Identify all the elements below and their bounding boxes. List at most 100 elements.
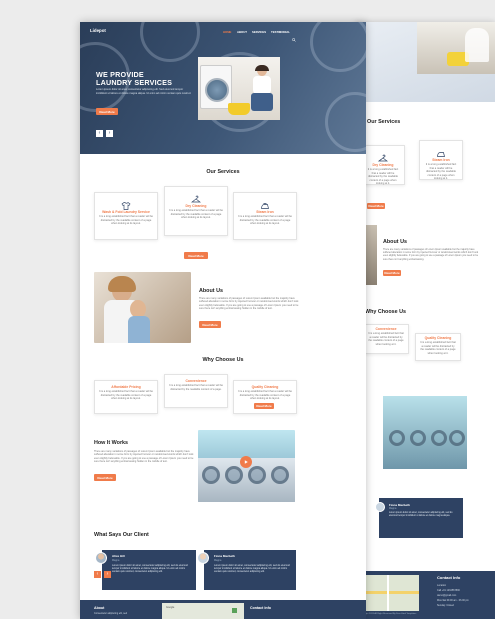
testimonial-card-2: Fiona Macbeth Magna Lorem ipsum dolor si…: [197, 550, 296, 590]
mobile-contact-line-5: Sunday: Closed: [437, 604, 454, 607]
why-card-text: It is a long established fact that a rea…: [238, 390, 292, 400]
service-card-dry-cleaning: Dry Cleaning It is a long established fa…: [164, 186, 228, 236]
map-pin-icon: [232, 608, 237, 613]
iron-icon: [260, 198, 270, 209]
mobile-why-title: Why Choose Us: [365, 309, 407, 315]
nav-testimonial[interactable]: TESTIMONIAL: [271, 30, 290, 34]
mobile-preview-page: Our Services Dry Cleaning It is a long e…: [355, 22, 495, 619]
top-navbar: Lidepot HOME ABOUT SERVICES TESTIMONIAL: [80, 22, 366, 42]
why-card-convenience: Convenience It is a long established fac…: [164, 374, 228, 408]
mobile-why-card-text: It is a long established fact that a rea…: [420, 341, 456, 355]
footer-about-title: About: [94, 606, 105, 610]
service-card-title: Wash & Fold Laundry Service: [102, 210, 150, 214]
hero-section: Lidepot HOME ABOUT SERVICES TESTIMONIAL …: [80, 22, 366, 154]
mobile-why-card-convenience: Convenience It is a long established fac…: [363, 324, 409, 354]
mobile-why-card-text: It is a long established fact that a rea…: [368, 332, 404, 346]
testimonials-next-button[interactable]: ›: [104, 571, 111, 578]
mobile-about-text: There are many variations of passages of…: [383, 248, 479, 261]
mobile-contact-line-2: Call +01 1234567890: [437, 589, 460, 592]
mobile-about-title: About Us: [383, 239, 407, 245]
testimonial-role: Magna: [214, 559, 222, 562]
why-card-text: It is a long established fact that a rea…: [99, 390, 153, 400]
mobile-why-card-title: Quality Cleaning: [424, 336, 452, 340]
service-card-steam-iron: Steam Iron It is a long established fact…: [233, 192, 297, 240]
footer-map-label: Google: [166, 606, 175, 609]
service-card-title: Dry Cleaning: [185, 204, 207, 208]
why-card-title: Convenience: [185, 379, 207, 383]
mobile-testimonial-card: Fiona Macbeth Magna Lorem ipsum dolor si…: [375, 498, 463, 538]
mobile-service-card-steam-iron: Steam Iron It is a long established fact…: [419, 140, 463, 180]
mobile-services-read-more-button[interactable]: Read More: [367, 203, 385, 209]
services-title: Our Services: [206, 169, 240, 175]
mobile-about-read-more-button[interactable]: Read More: [383, 270, 401, 276]
hero-title-line-2: LAUNDRY SERVICES: [96, 78, 173, 87]
laundry-basket: [228, 103, 250, 115]
service-card-text: It is a long established fact that a rea…: [169, 209, 223, 219]
services-read-more-button[interactable]: Read More: [184, 252, 208, 259]
nav-home[interactable]: HOME: [223, 30, 231, 34]
why-title: Why Choose Us: [202, 357, 244, 363]
mobile-footer: Contact Info Location Call +01 123456789…: [355, 571, 495, 619]
hero-next-button[interactable]: ›: [106, 130, 113, 137]
mobile-services-title: Our Services: [367, 119, 401, 125]
mobile-service-title: Steam Iron: [432, 158, 450, 162]
testimonials-prev-button[interactable]: ‹: [94, 571, 101, 578]
mobile-contact-line-3: demo@gmail.com: [437, 594, 457, 597]
desktop-page: Lidepot HOME ABOUT SERVICES TESTIMONIAL …: [80, 22, 366, 619]
how-text: There are many variations of passages of…: [94, 450, 194, 463]
how-photo: [198, 430, 295, 502]
mobile-service-title: Dry Cleaning: [372, 163, 394, 167]
how-title: How It Works: [94, 440, 129, 446]
testimonial-text: Lorem ipsum dolor sit amet, consectetur …: [214, 564, 290, 574]
why-card-text: It is a long established fact that a rea…: [169, 384, 223, 391]
footer: About Consectetur adipiscing elit, sed G…: [80, 600, 366, 619]
why-read-more-button[interactable]: Read More: [254, 403, 274, 409]
why-card-title: Quality Cleaning: [251, 385, 279, 389]
testimonial-card-1: Alice Hill Magna Lorem ipsum dolor sit a…: [95, 550, 196, 590]
play-icon[interactable]: [240, 456, 252, 468]
hero-prev-button[interactable]: ‹: [96, 130, 103, 137]
avatar: [95, 552, 107, 564]
hanger-icon: [191, 192, 201, 203]
footer-about-text: Consectetur adipiscing elit, sed: [94, 612, 128, 615]
mobile-copyright: Copyright 2019 All Right Reserved By Fre…: [359, 613, 417, 615]
avatar: [375, 502, 385, 512]
brand-logo[interactable]: Lidepot: [90, 28, 106, 33]
mobile-contact-title: Contact Info: [437, 575, 461, 580]
mobile-laundromat-photo: [383, 396, 467, 469]
mobile-why-card-quality: Quality Cleaning It is a long establishe…: [415, 333, 461, 361]
about-read-more-button[interactable]: Read More: [199, 321, 221, 328]
mobile-service-text: It is a long established fact that a rea…: [425, 163, 457, 180]
service-card-title: Steam Iron: [256, 210, 274, 214]
service-card-text: It is a long established fact that a rea…: [238, 215, 292, 225]
avatar: [197, 552, 209, 564]
mobile-service-card-dry-cleaning: Dry Cleaning It is a long established fa…: [361, 145, 405, 185]
about-text: There are many variations of passages of…: [199, 297, 299, 310]
mobile-service-text: It is a long established fact that a rea…: [367, 168, 399, 185]
testimonial-name: Fiona Macbeth: [214, 554, 236, 558]
search-icon[interactable]: [292, 29, 296, 42]
iron-icon: [436, 146, 446, 157]
hero-text: Lorem ipsum dolor sit amet consectetur a…: [96, 88, 192, 95]
washing-machine: [200, 65, 232, 109]
hanger-icon: [377, 151, 389, 162]
nav-services[interactable]: SERVICES: [252, 30, 266, 34]
how-read-more-button[interactable]: Read More: [94, 474, 116, 481]
testimonials-title: What Says Our Client: [94, 532, 149, 538]
mobile-map: [359, 575, 419, 611]
mobile-testimonial-role: Magna: [389, 507, 397, 510]
about-photo: [94, 272, 191, 343]
hero-read-more-button[interactable]: Read More: [96, 108, 118, 115]
nav-about[interactable]: ABOUT: [237, 30, 247, 34]
footer-map[interactable]: Google: [162, 603, 244, 619]
mobile-why-card-title: Convenience: [375, 327, 397, 331]
service-card-wash-fold: Wash & Fold Laundry Service It is a long…: [94, 192, 158, 240]
woman-figure: [250, 65, 274, 113]
testimonial-text: Lorem ipsum dolor sit amet, consectetur …: [112, 564, 188, 574]
why-card-affordable: Affordable Pricing It is a long establis…: [94, 380, 158, 414]
hero-photo: [198, 57, 280, 120]
testimonial-role: Magna: [112, 559, 120, 562]
footer-contact-title: Contact Info: [250, 606, 271, 610]
why-card-title: Affordable Pricing: [111, 385, 141, 389]
shirt-icon: [121, 198, 131, 210]
